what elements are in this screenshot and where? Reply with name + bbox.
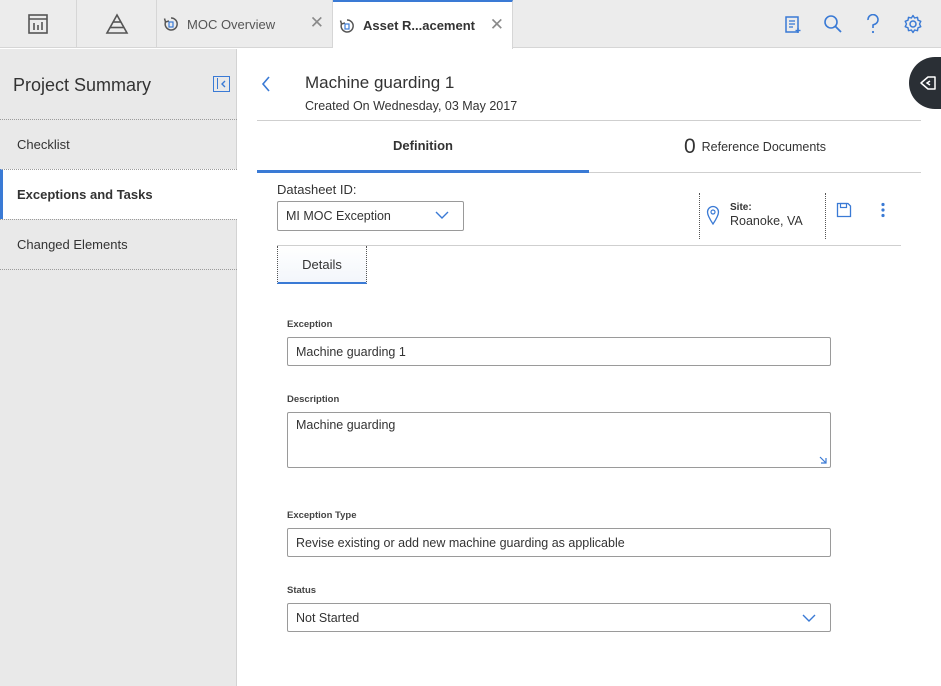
collapse-sidebar-button[interactable]: [213, 76, 230, 92]
help-icon: [867, 14, 879, 34]
open-panel-button[interactable]: [909, 57, 941, 109]
sidebar-item-label: Changed Elements: [17, 237, 128, 252]
sidebar-item-checklist[interactable]: Checklist: [0, 119, 237, 169]
gear-icon: [904, 14, 922, 34]
dashboard-button[interactable]: [0, 0, 77, 48]
description-field[interactable]: Machine guarding: [287, 412, 831, 468]
description-value: Machine guarding: [296, 418, 396, 432]
status-label: Status: [287, 585, 317, 596]
sidebar-title: Project Summary: [13, 75, 152, 95]
sidebar-divider: [0, 269, 237, 270]
exception-type-value: Revise existing or add new machine guard…: [296, 535, 625, 550]
refresh-doc-icon: [339, 18, 354, 33]
pyramid-icon: [105, 13, 128, 34]
sidebar-item-label: Exceptions and Tasks: [17, 187, 153, 202]
status-select[interactable]: Not Started: [287, 603, 831, 632]
clipboard-add-icon: [785, 16, 801, 33]
chevron-down-icon: [802, 614, 816, 622]
site-info: Site: Roanoke, VA: [699, 193, 826, 239]
site-label: Site:: [730, 202, 752, 213]
help-button[interactable]: [863, 14, 883, 34]
save-icon: [836, 202, 852, 218]
datasheet-label: Datasheet ID:: [277, 182, 357, 197]
tab-moc-overview[interactable]: MOC Overview ✕: [157, 0, 333, 48]
exception-type-label: Exception Type: [287, 510, 357, 521]
tab-definition[interactable]: Definition: [257, 121, 589, 173]
chevron-down-icon: [435, 211, 449, 219]
close-icon[interactable]: ✕: [490, 16, 504, 33]
top-tab-bar: MOC Overview ✕ Asset R...acement ✕: [0, 0, 941, 49]
save-button[interactable]: [836, 202, 852, 223]
exception-type-field[interactable]: Revise existing or add new machine guard…: [287, 528, 831, 557]
tab-label: Definition: [393, 138, 453, 153]
exception-value: Machine guarding 1: [296, 344, 406, 359]
sidebar-item-exceptions-and-tasks[interactable]: Exceptions and Tasks: [0, 169, 237, 219]
tab-reference-documents[interactable]: 0 Reference Documents: [589, 121, 921, 173]
back-button[interactable]: [260, 75, 272, 98]
settings-button[interactable]: [903, 14, 923, 34]
record-created-date: Created On Wednesday, 03 May 2017: [305, 99, 518, 113]
reference-count: 0: [683, 134, 696, 158]
sidebar: Project Summary Checklist Exceptions and…: [0, 49, 237, 686]
record-title: Machine guarding 1: [305, 73, 455, 92]
exception-label: Exception: [287, 319, 333, 330]
datasheet-divider: [277, 245, 901, 246]
chevron-left-icon: [221, 80, 226, 88]
exception-field[interactable]: Machine guarding 1: [287, 337, 831, 366]
pyramid-button[interactable]: [77, 0, 157, 48]
chevron-left-icon: [261, 76, 270, 92]
location-pin-icon: [706, 205, 720, 225]
tab-label: Asset R...acement: [363, 18, 475, 33]
main-panel: Machine guarding 1 Created On Wednesday,…: [238, 49, 941, 686]
sidebar-item-label: Checklist: [17, 137, 70, 152]
close-icon[interactable]: ✕: [310, 14, 324, 31]
more-options-button[interactable]: [880, 202, 886, 223]
refresh-doc-icon: [163, 17, 178, 31]
dashboard-icon: [28, 14, 48, 34]
sidebar-item-changed-elements[interactable]: Changed Elements: [0, 219, 237, 269]
datasheet-value: MI MOC Exception: [286, 209, 391, 223]
more-vertical-icon: [881, 202, 885, 218]
status-value: Not Started: [296, 610, 360, 625]
tab-label: Reference Documents: [701, 139, 827, 154]
description-label: Description: [287, 394, 340, 405]
search-icon: [824, 15, 842, 33]
tab-details[interactable]: Details: [277, 246, 367, 284]
panel-toggle-icon: [920, 76, 936, 90]
toolbar-right: [783, 0, 923, 48]
tab-label: Details: [302, 256, 342, 272]
datasheet-select[interactable]: MI MOC Exception: [277, 201, 464, 231]
site-value: Roanoke, VA: [730, 214, 803, 228]
search-button[interactable]: [823, 14, 843, 34]
tab-asset-replacement[interactable]: Asset R...acement ✕: [333, 0, 513, 49]
resize-handle-icon[interactable]: [818, 455, 828, 465]
clipboard-add-button[interactable]: [783, 14, 803, 34]
tab-label: MOC Overview: [187, 16, 276, 32]
